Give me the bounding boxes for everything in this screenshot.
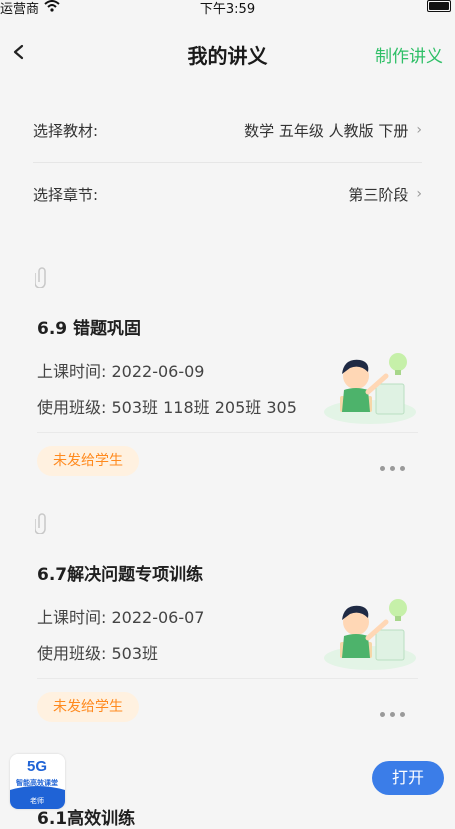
class-time-value: 2022-06-07 — [111, 608, 205, 627]
open-app-button[interactable]: 打开 — [372, 761, 444, 795]
note-title: 6.1高效训练 — [37, 809, 136, 829]
class-time-label: 上课时间: — [37, 608, 107, 627]
divider — [37, 432, 418, 433]
textbook-label: 选择教材: — [33, 121, 99, 140]
note-card[interactable]: 6.7解决问题专项训练 上课时间: 2022-06-07 使用班级: 503班 … — [17, 512, 438, 732]
class-list-label: 使用班级: — [37, 644, 107, 663]
status-bar: 运营商 下午3:59 — [0, 0, 455, 17]
selector-card: 选择教材: 数学 五年级 人教版 下册 › 选择章节: 第三阶段 › — [17, 98, 438, 230]
textbook-value: 数学 五年级 人教版 下册 — [244, 121, 409, 140]
divider — [37, 678, 418, 679]
badge-top-text: 5G — [27, 758, 47, 775]
nav-bar: 我的讲义 制作讲义 — [0, 16, 455, 94]
more-icon[interactable] — [380, 702, 412, 717]
status-time: 下午3:59 — [199, 2, 256, 17]
textbook-selector[interactable]: 选择教材: 数学 五年级 人教版 下册 › — [33, 98, 422, 163]
paperclip-icon — [35, 267, 46, 288]
paperclip-icon — [35, 513, 46, 534]
class-time-value: 2022-06-09 — [111, 362, 205, 381]
note-title: 6.7解决问题专项训练 — [37, 565, 204, 585]
chapter-selector[interactable]: 选择章节: 第三阶段 › — [33, 162, 422, 226]
teacher-illustration — [324, 353, 416, 424]
app-logo[interactable]: 5G 智能高效课堂 老师 — [10, 754, 65, 809]
class-time-label: 上课时间: — [37, 362, 107, 381]
5g-classroom-logo: 5G 智能高效课堂 老师 — [10, 754, 65, 809]
status-badge[interactable]: 未发给学生 — [37, 692, 139, 722]
note-card[interactable]: 6.9 错题巩固 上课时间: 2022-06-09 使用班级: 503班 118… — [17, 266, 438, 486]
teacher-illustration — [324, 599, 416, 670]
class-list: 使用班级: 503班 118班 205班 305 — [37, 394, 297, 418]
more-icon[interactable] — [380, 456, 412, 471]
badge-sub-text: 智能高效课堂 — [16, 778, 58, 787]
status-badge[interactable]: 未发给学生 — [37, 446, 139, 476]
chapter-value: 第三阶段 — [348, 185, 409, 204]
class-time: 上课时间: 2022-06-09 — [37, 358, 204, 382]
chapter-label: 选择章节: — [33, 185, 99, 204]
class-list-value: 503班 — [111, 644, 159, 663]
battery-icon — [427, 0, 451, 12]
make-notes-button[interactable]: 制作讲义 — [375, 42, 443, 67]
chevron-right-icon: › — [416, 122, 422, 138]
class-list-value: 503班 118班 205班 305 — [111, 398, 297, 417]
class-time: 上课时间: 2022-06-07 — [37, 604, 204, 628]
class-list: 使用班级: 503班 — [37, 640, 158, 664]
note-title: 6.9 错题巩固 — [37, 319, 142, 339]
chevron-right-icon: › — [416, 186, 422, 202]
class-list-label: 使用班级: — [37, 398, 107, 417]
